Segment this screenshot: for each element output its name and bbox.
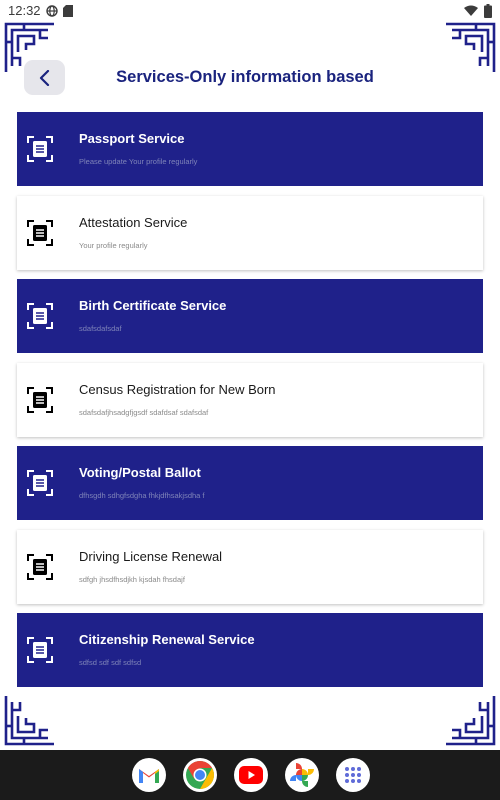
service-subtitle: sdafsdafsdaf xyxy=(79,324,122,333)
service-title: Attestation Service xyxy=(79,215,188,230)
service-subtitle: sdafsdafjhsadgfjgsdf sdafdsaf sdafsdaf xyxy=(79,408,209,417)
service-subtitle: sdfgh jhsdfhsdjkh kjsdah fhsdajf xyxy=(79,575,185,584)
service-subtitle: Your profile regularly xyxy=(79,241,148,250)
photos-icon xyxy=(290,763,314,787)
document-scan-icon xyxy=(27,220,53,246)
document-scan-icon xyxy=(27,303,53,329)
document-scan-icon xyxy=(27,554,53,580)
navigation-bar xyxy=(0,750,500,800)
app-drawer-icon xyxy=(345,767,361,783)
service-title: Passport Service xyxy=(79,131,185,146)
service-card-voting[interactable]: Voting/Postal Ballot dfhsgdh sdhgfsdgha … xyxy=(17,446,483,520)
service-title: Voting/Postal Ballot xyxy=(79,465,201,480)
service-card-census-registration[interactable]: Census Registration for New Born sdafsda… xyxy=(17,363,483,437)
document-scan-icon xyxy=(27,637,53,663)
chevron-left-icon xyxy=(39,69,49,86)
service-card-citizenship[interactable]: Citizenship Renewal Service sdfsd sdf sd… xyxy=(17,613,483,687)
app-drawer[interactable] xyxy=(336,758,370,792)
youtube-icon xyxy=(239,766,263,784)
status-left-icons xyxy=(46,5,73,17)
service-title: Birth Certificate Service xyxy=(79,298,227,313)
sd-card-icon xyxy=(63,5,73,17)
photos-app[interactable] xyxy=(285,758,319,792)
back-button[interactable] xyxy=(24,60,65,95)
corner-ornament-icon xyxy=(4,696,54,746)
service-subtitle: dfhsgdh sdhgfsdgha fhkjdfhsakjsdha f xyxy=(79,491,205,500)
page-title: Services-Only information based xyxy=(116,68,374,86)
service-title: Census Registration for New Born xyxy=(79,382,276,397)
screen: 12:32 Services-Only information based Pa… xyxy=(0,0,500,800)
service-subtitle: Please update Your profile regularly xyxy=(79,157,198,166)
service-subtitle: sdfsd sdf sdf sdfsd xyxy=(79,658,142,667)
vpn-globe-icon xyxy=(46,5,58,17)
app-dock xyxy=(132,758,370,792)
status-right-icons xyxy=(464,4,492,18)
service-title: Citizenship Renewal Service xyxy=(79,632,255,647)
document-scan-icon xyxy=(27,387,53,413)
chrome-icon xyxy=(186,761,214,789)
status-bar: 12:32 xyxy=(0,0,500,22)
service-card-birth-certificate[interactable]: Birth Certificate Service sdafsdafsdaf xyxy=(17,279,483,353)
service-card-driving-license[interactable]: Driving License Renewal sdfgh jhsdfhsdjk… xyxy=(17,530,483,604)
gmail-icon xyxy=(139,769,159,783)
battery-icon xyxy=(484,4,492,18)
status-time: 12:32 xyxy=(8,3,41,18)
document-scan-icon xyxy=(27,470,53,496)
service-title: Driving License Renewal xyxy=(79,549,223,564)
corner-ornament-icon xyxy=(446,22,496,72)
service-card-passport[interactable]: Passport Service Please update Your prof… xyxy=(17,112,483,186)
gmail-app[interactable] xyxy=(132,758,166,792)
service-card-attestation[interactable]: Attestation Service Your profile regular… xyxy=(17,196,483,270)
corner-ornament-icon xyxy=(446,696,496,746)
document-scan-icon xyxy=(27,136,53,162)
wifi-icon xyxy=(464,5,478,16)
chrome-app[interactable] xyxy=(183,758,217,792)
youtube-app[interactable] xyxy=(234,758,268,792)
